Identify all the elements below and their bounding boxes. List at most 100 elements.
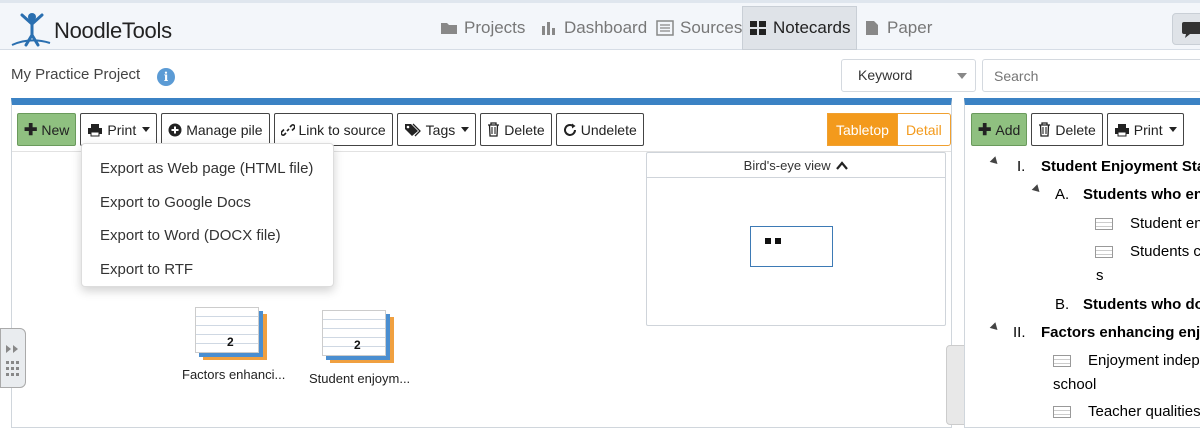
tags-label: Tags — [425, 121, 456, 138]
detail-view-button[interactable]: Detail — [897, 113, 951, 146]
nav-paper[interactable]: Paper — [857, 6, 938, 50]
outline-heading[interactable]: Student Enjoyment Sta — [1041, 158, 1200, 175]
delete-button[interactable]: Delete — [480, 113, 552, 146]
outline-note[interactable]: Enjoyment indep — [1088, 352, 1200, 369]
chevron-down-icon — [957, 73, 967, 79]
info-icon[interactable]: i — [157, 68, 175, 86]
link-to-source-button[interactable]: Link to source — [273, 113, 393, 146]
outline-print-button[interactable]: Print — [1106, 113, 1184, 146]
outline-number: II. — [1013, 324, 1026, 341]
tags-icon — [404, 123, 421, 136]
pile-count: 2 — [354, 338, 361, 352]
nav-paper-label: Paper — [887, 18, 933, 37]
printer-icon — [1114, 123, 1129, 136]
nav-dashboard[interactable]: Dashboard — [534, 6, 653, 50]
mini-pile-marker — [765, 238, 771, 244]
outline-print-label: Print — [1133, 121, 1163, 138]
bar-chart-icon — [540, 20, 558, 36]
nav-dashboard-label: Dashboard — [564, 18, 648, 37]
new-notecard-button[interactable]: ✚ New — [17, 113, 77, 146]
list-icon — [656, 20, 674, 36]
new-label: New — [41, 121, 70, 138]
outline-number: B. — [1055, 296, 1070, 313]
manage-pile-label: Manage pile — [186, 121, 263, 138]
notecard-pile[interactable]: 2 — [195, 305, 275, 365]
outline-toolbar: ✚ Add Delete Print — [971, 113, 1184, 147]
logo-text: NoodleTools — [54, 18, 172, 43]
link-icon — [280, 123, 295, 136]
caret-down-icon — [142, 127, 151, 132]
project-title: My Practice Project — [11, 66, 141, 83]
caret-down-icon — [1168, 127, 1177, 132]
keyword-select[interactable]: Keyword — [841, 59, 976, 92]
menu-item-export-word[interactable]: Export to Word (DOCX file) — [82, 219, 333, 253]
link-to-source-label: Link to source — [298, 121, 386, 138]
tabletop-view-button[interactable]: Tabletop — [827, 113, 898, 146]
refresh-icon — [563, 123, 576, 136]
chat-button[interactable] — [1172, 13, 1200, 45]
birds-eye-viewport[interactable] — [750, 226, 833, 267]
outline-note[interactable]: Teacher qualities — [1088, 403, 1200, 420]
print-label: Print — [107, 121, 137, 138]
print-button[interactable]: Print — [80, 113, 158, 146]
chevron-up-icon — [836, 161, 849, 170]
add-button[interactable]: ✚ Add — [971, 113, 1028, 146]
notecards-toolbar: ✚ New Print Manage pile Link to source T… — [17, 113, 644, 147]
trash-icon — [1039, 122, 1051, 137]
mini-pile-marker — [775, 238, 781, 244]
folder-icon — [440, 20, 458, 36]
menu-item-export-rtf[interactable]: Export to RTF — [82, 253, 333, 287]
outline-note-wrap: s — [1096, 267, 1104, 284]
notecard-icon — [1053, 355, 1071, 367]
birds-eye-header[interactable]: Bird's-eye view — [647, 153, 945, 178]
menu-item-export-google-docs[interactable]: Export to Google Docs — [82, 186, 333, 220]
noodletools-logo[interactable]: NoodleTools — [8, 9, 172, 49]
outline-delete-label: Delete — [1055, 121, 1096, 138]
outline-note[interactable]: Student en — [1130, 215, 1200, 232]
tags-button[interactable]: Tags — [396, 113, 477, 146]
outline-note-wrap: school — [1053, 376, 1097, 393]
outline-number: I. — [1017, 158, 1026, 175]
logo-figure-icon — [8, 9, 52, 49]
notecard-icon — [1095, 246, 1113, 258]
keyword-select-value: Keyword — [858, 67, 913, 83]
caret-down-icon — [461, 127, 470, 132]
search-input[interactable] — [982, 59, 1200, 92]
menu-item-export-html[interactable]: Export as Web page (HTML file) — [82, 152, 333, 186]
printer-icon — [88, 123, 103, 136]
print-dropdown-menu: Export as Web page (HTML file) Export to… — [81, 143, 334, 287]
delete-label: Delete — [504, 121, 545, 138]
nav-sources[interactable]: Sources — [650, 6, 748, 50]
notecard-icon — [1053, 406, 1071, 418]
trash-icon — [488, 122, 500, 137]
expand-icon — [6, 345, 19, 376]
outline-note[interactable]: Students c — [1130, 243, 1200, 260]
document-icon — [863, 20, 881, 36]
outline-heading[interactable]: Factors enhancing enjo — [1041, 324, 1200, 341]
pile-label[interactable]: Student enjoym... — [309, 371, 410, 386]
plus-icon: ✚ — [24, 121, 38, 139]
chat-bubble-icon — [1182, 22, 1200, 38]
pile-label[interactable]: Factors enhanci... — [182, 367, 285, 382]
grid-icon — [749, 20, 767, 36]
birds-eye-view: Bird's-eye view — [646, 152, 946, 326]
outline-number: A. — [1055, 186, 1070, 203]
add-label: Add — [995, 121, 1021, 138]
nav-notecards-label: Notecards — [773, 18, 851, 37]
undelete-button[interactable]: Undelete — [555, 113, 644, 146]
birds-eye-title: Bird's-eye view — [743, 158, 831, 173]
top-navigation-bar: NoodleTools Projects Dashboard Sources N… — [0, 0, 1200, 50]
plus-icon: ✚ — [978, 121, 992, 139]
sidebar-toggle-handle[interactable] — [0, 328, 26, 388]
outline-heading[interactable]: Students who en — [1083, 186, 1200, 203]
notecard-icon — [1095, 218, 1113, 230]
nav-sources-label: Sources — [680, 18, 743, 37]
outline-heading[interactable]: Students who do — [1083, 296, 1200, 313]
pile-count: 2 — [227, 335, 234, 349]
outline-delete-button[interactable]: Delete — [1031, 113, 1103, 146]
nav-projects[interactable]: Projects — [434, 6, 531, 50]
nav-notecards[interactable]: Notecards — [742, 6, 858, 50]
view-toggle: Tabletop Detail — [827, 113, 951, 146]
notecard-pile[interactable]: 2 — [322, 308, 402, 368]
manage-pile-button[interactable]: Manage pile — [161, 113, 270, 146]
